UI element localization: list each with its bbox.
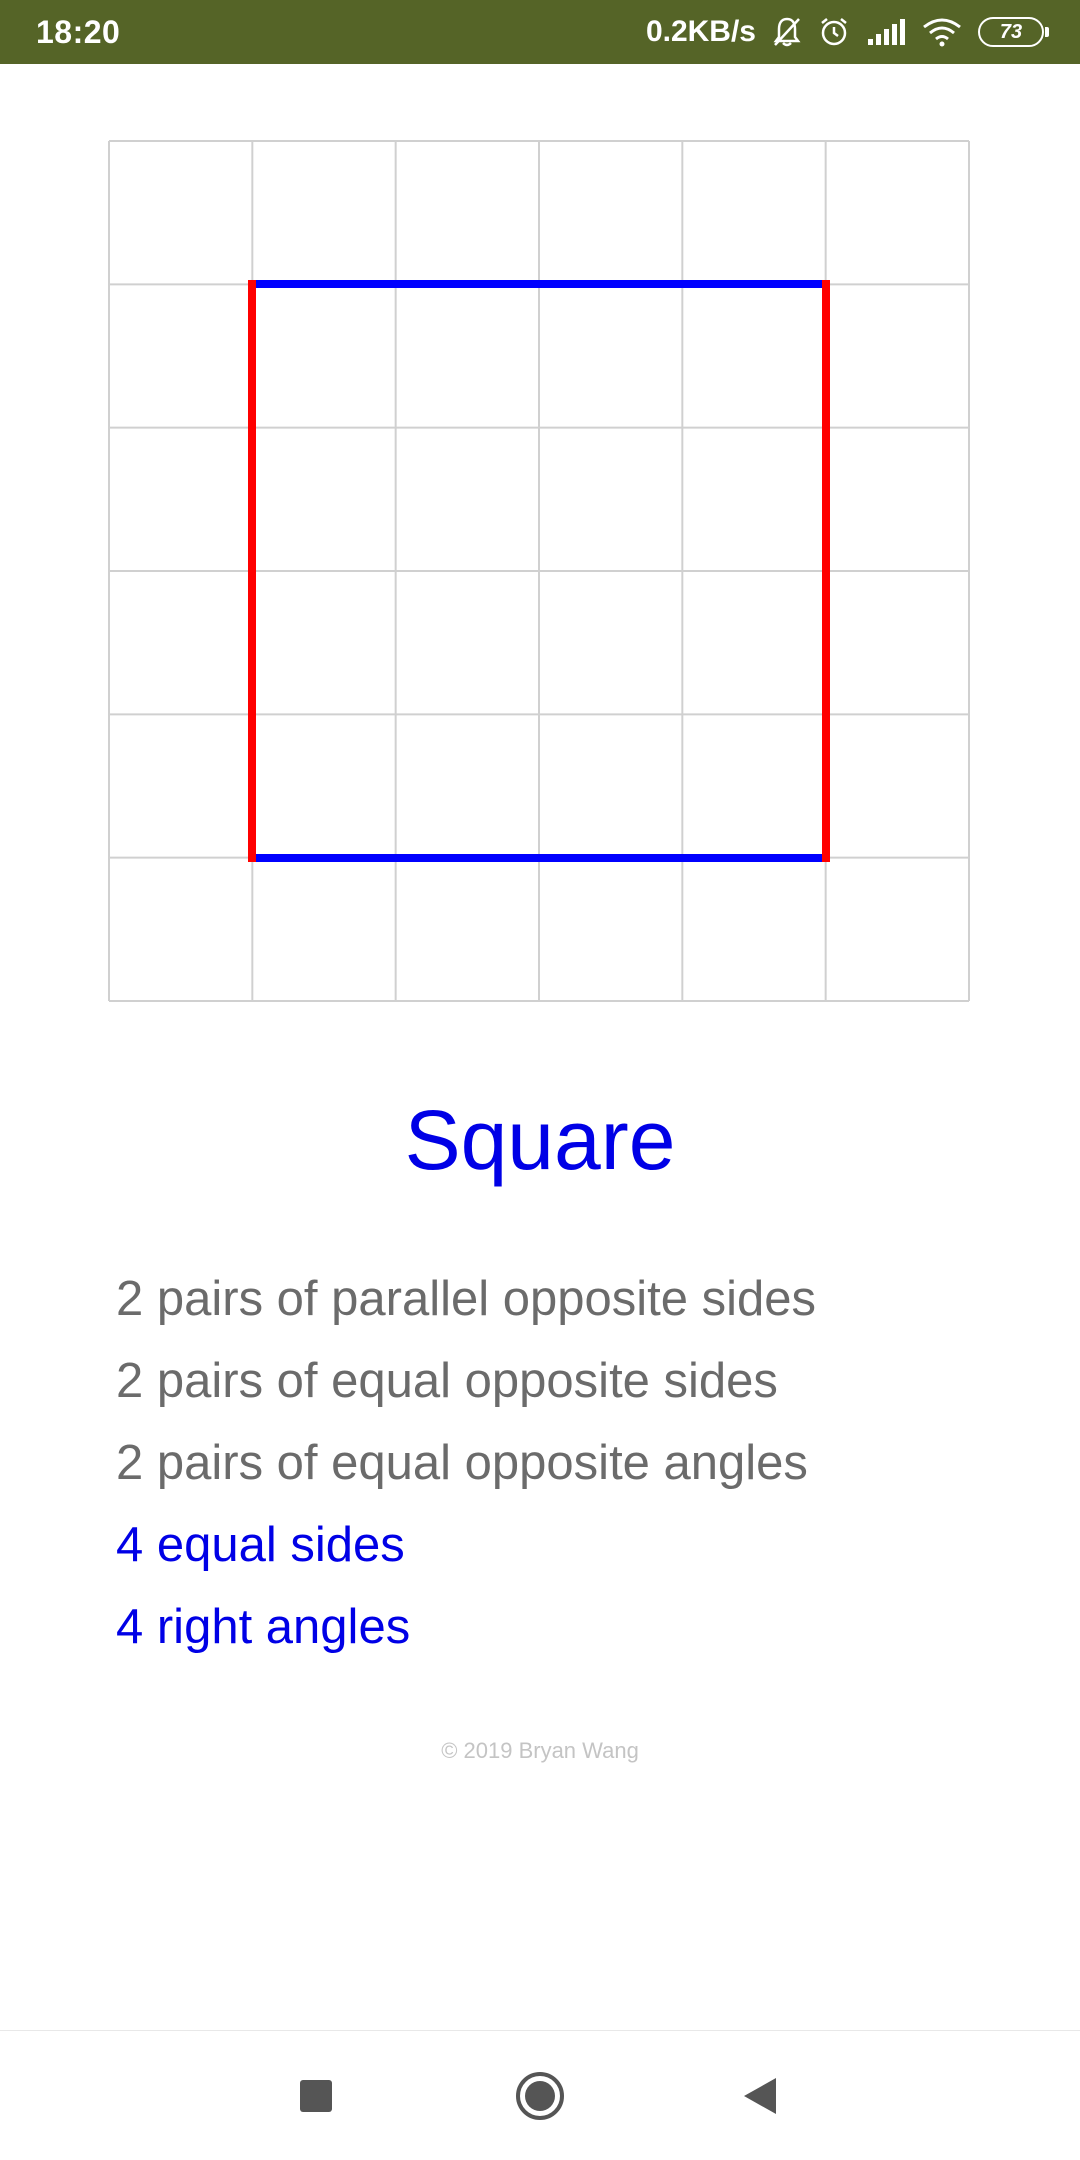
grid (108, 140, 970, 1002)
property-item: 4 right angles (116, 1600, 411, 1654)
back-icon (744, 2078, 776, 2114)
status-icons: 0.2KB/s 73 (645, 15, 1049, 49)
recents-button[interactable] (256, 2031, 376, 2160)
battery-level: 73 (999, 20, 1023, 43)
navigation-bar (0, 2030, 1080, 2160)
status-time: 18:20 (36, 13, 121, 50)
battery-icon: 73 (978, 17, 1049, 47)
home-button[interactable] (480, 2031, 600, 2160)
app-screen: 18:20 0.2KB/s 73 Square 2 pairs of paral… (0, 0, 1080, 2160)
bell-off-icon (772, 16, 802, 48)
property-item: 4 equal sides (116, 1518, 405, 1572)
properties-list: 2 pairs of parallel opposite sides 2 pair… (116, 1258, 816, 1668)
shape-title: Square (404, 1093, 676, 1187)
home-icon (516, 2072, 564, 2120)
property-item: 2 pairs of equal opposite angles (116, 1436, 808, 1490)
shape-figure (108, 140, 970, 1002)
copyright-footer: © 2019 Bryan Wang (441, 1738, 639, 1763)
property-item: 2 pairs of parallel opposite sides (116, 1272, 817, 1326)
recents-icon (300, 2080, 332, 2112)
alarm-icon (818, 16, 850, 48)
signal-icon (866, 17, 906, 47)
wifi-icon (922, 17, 962, 47)
network-speed: 0.2KB/s (645, 15, 756, 48)
property-item: 2 pairs of equal opposite sides (116, 1354, 778, 1408)
back-button[interactable] (700, 2031, 820, 2160)
status-bar: 18:20 0.2KB/s 73 (0, 0, 1080, 64)
